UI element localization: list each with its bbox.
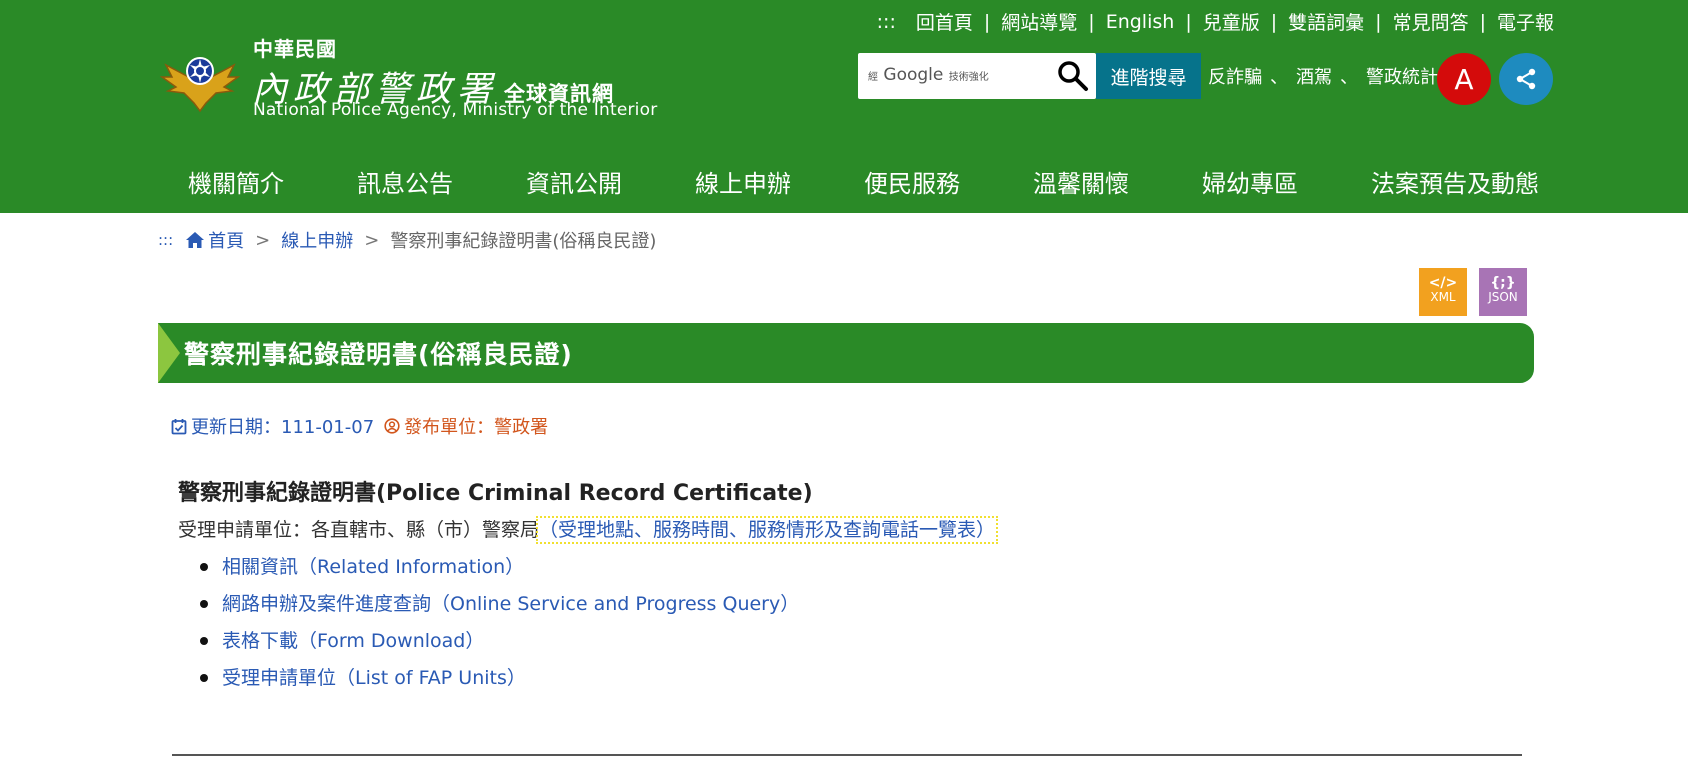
list-item: 相關資訊（Related Information） bbox=[200, 552, 799, 589]
top-link-english[interactable]: English bbox=[1106, 11, 1175, 33]
top-link-newsletter[interactable]: 電子報 bbox=[1497, 8, 1554, 35]
related-links-list: 相關資訊（Related Information） 網路申辦及案件進度查詢（On… bbox=[200, 552, 799, 700]
search-icon[interactable] bbox=[1056, 59, 1090, 93]
breadcrumb-online-services[interactable]: 線上申辦 bbox=[281, 227, 353, 253]
page-meta: 更新日期：111-01-07 發布單位：警政署 bbox=[171, 413, 548, 439]
separator: | bbox=[1375, 10, 1382, 33]
share-icon bbox=[1516, 68, 1536, 90]
main-nav: 機關簡介 訊息公告 資訊公開 線上申辦 便民服務 溫馨關懷 婦幼專區 法案預告及… bbox=[188, 164, 1539, 199]
publisher: 發布單位：警政署 bbox=[384, 413, 548, 439]
police-emblem-icon bbox=[160, 57, 240, 113]
top-link-faq[interactable]: 常見問答 bbox=[1393, 8, 1469, 35]
nav-item-disclosure[interactable]: 資訊公開 bbox=[526, 164, 622, 199]
nav-item-about[interactable]: 機關簡介 bbox=[188, 164, 284, 199]
nav-item-legislation[interactable]: 法案預告及動態 bbox=[1371, 164, 1539, 199]
online-service-link[interactable]: 網路申辦及案件進度查詢（Online Service and Progress … bbox=[222, 593, 799, 615]
xml-download-button[interactable]: </> XML bbox=[1419, 268, 1467, 316]
chevron-right-icon: > bbox=[255, 229, 271, 251]
nav-item-public-services[interactable]: 便民服務 bbox=[864, 164, 960, 199]
google-suffix: 技術強化 bbox=[948, 72, 989, 83]
google-branding: 經 Google 技術強化 bbox=[868, 65, 989, 85]
list-item: 受理申請單位（List of FAP Units） bbox=[200, 663, 799, 700]
site-logo[interactable]: 中華民國 內政部警政署 全球資訊網 National Police Agency,… bbox=[160, 33, 660, 128]
braces-icon: {;} bbox=[1490, 275, 1516, 291]
separator: 、 bbox=[1340, 67, 1358, 88]
nav-item-online-services[interactable]: 線上申辦 bbox=[695, 164, 791, 199]
top-utility-links: ::: 回首頁 | 網站導覽 | English | 兒童版 | 雙語詞彙 | … bbox=[877, 8, 1554, 35]
json-download-button[interactable]: {;} JSON bbox=[1479, 268, 1527, 316]
content-heading: 警察刑事紀錄證明書(Police Criminal Record Certifi… bbox=[178, 481, 813, 506]
quick-link-statistics[interactable]: 警政統計 bbox=[1366, 67, 1438, 88]
home-icon bbox=[186, 232, 205, 248]
top-link-kids[interactable]: 兒童版 bbox=[1203, 8, 1260, 35]
title-arrow-decoration bbox=[158, 323, 180, 383]
code-icon: </> bbox=[1428, 275, 1458, 291]
update-date: 更新日期：111-01-07 bbox=[171, 413, 374, 439]
page-title-bar: 警察刑事紀錄證明書(俗稱良民證) bbox=[158, 323, 1534, 383]
list-item: 網路申辦及案件進度查詢（Online Service and Progress … bbox=[200, 589, 799, 626]
separator: | bbox=[1270, 10, 1278, 33]
share-button[interactable] bbox=[1499, 53, 1553, 105]
xml-label: XML bbox=[1430, 290, 1456, 305]
top-link-sitemap[interactable]: 網站導覽 bbox=[1001, 8, 1077, 35]
accepting-units-text: 受理申請單位：各直轄市、縣（市）警察局 bbox=[178, 519, 540, 541]
chevron-right-icon: > bbox=[364, 229, 380, 251]
user-circle-icon bbox=[384, 418, 400, 434]
quick-link-drunk-driving[interactable]: 酒駕 bbox=[1296, 67, 1332, 88]
separator: | bbox=[1088, 10, 1095, 33]
related-info-link[interactable]: 相關資訊（Related Information） bbox=[222, 556, 524, 578]
form-download-link[interactable]: 表格下載（Form Download） bbox=[222, 630, 484, 652]
logo-roc-text: 中華民國 bbox=[253, 37, 337, 61]
accesskey-content[interactable]: ::: bbox=[158, 231, 173, 249]
quick-link-fraud[interactable]: 反詐騙 bbox=[1208, 67, 1262, 88]
publisher-text: 發布單位：警政署 bbox=[404, 417, 549, 438]
json-label: JSON bbox=[1488, 290, 1518, 305]
google-label: Google bbox=[883, 65, 944, 85]
breadcrumb: ::: 首頁 > 線上申辦 > 警察刑事紀錄證明書(俗稱良民證) bbox=[158, 227, 656, 253]
separator: | bbox=[1185, 10, 1192, 33]
quick-links: 反詐騙、酒駕、警政統計 bbox=[1208, 63, 1438, 89]
nav-item-care[interactable]: 溫馨關懷 bbox=[1033, 164, 1129, 199]
breadcrumb-home[interactable]: 首頁 bbox=[208, 227, 244, 253]
search-input[interactable]: 經 Google 技術強化 bbox=[858, 53, 1096, 99]
separator: 、 bbox=[1270, 67, 1288, 88]
update-date-text: 更新日期：111-01-07 bbox=[191, 417, 375, 438]
top-link-glossary[interactable]: 雙語詞彙 bbox=[1288, 8, 1364, 35]
separator: | bbox=[983, 10, 991, 33]
accepting-units-line: 受理申請單位：各直轄市、縣（市）警察局（受理地點、服務時間、服務情形及查詢電話一… bbox=[178, 515, 999, 544]
list-item: 表格下載（Form Download） bbox=[200, 626, 799, 663]
content-divider bbox=[172, 754, 1522, 756]
top-link-home[interactable]: 回首頁 bbox=[916, 8, 973, 35]
nav-item-women-children[interactable]: 婦幼專區 bbox=[1202, 164, 1298, 199]
calendar-check-icon bbox=[171, 418, 187, 434]
google-prefix: 經 bbox=[868, 72, 878, 83]
service-locations-link[interactable]: （受理地點、服務時間、服務情形及查詢電話一覽表） bbox=[536, 516, 999, 544]
breadcrumb-current: 警察刑事紀錄證明書(俗稱良民證) bbox=[390, 231, 657, 252]
separator: | bbox=[1479, 10, 1486, 33]
logo-english-name: National Police Agency, Ministry of the … bbox=[253, 100, 658, 120]
fap-units-link[interactable]: 受理申請單位（List of FAP Units） bbox=[222, 667, 526, 689]
font-size-button[interactable]: A bbox=[1437, 53, 1491, 105]
site-header: 中華民國 內政部警政署 全球資訊網 National Police Agency,… bbox=[0, 0, 1688, 213]
page-title: 警察刑事紀錄證明書(俗稱良民證) bbox=[184, 340, 573, 369]
accesskey-top[interactable]: ::: bbox=[877, 11, 896, 33]
advanced-search-button[interactable]: 進階搜尋 bbox=[1096, 53, 1201, 99]
nav-item-news[interactable]: 訊息公告 bbox=[357, 164, 453, 199]
